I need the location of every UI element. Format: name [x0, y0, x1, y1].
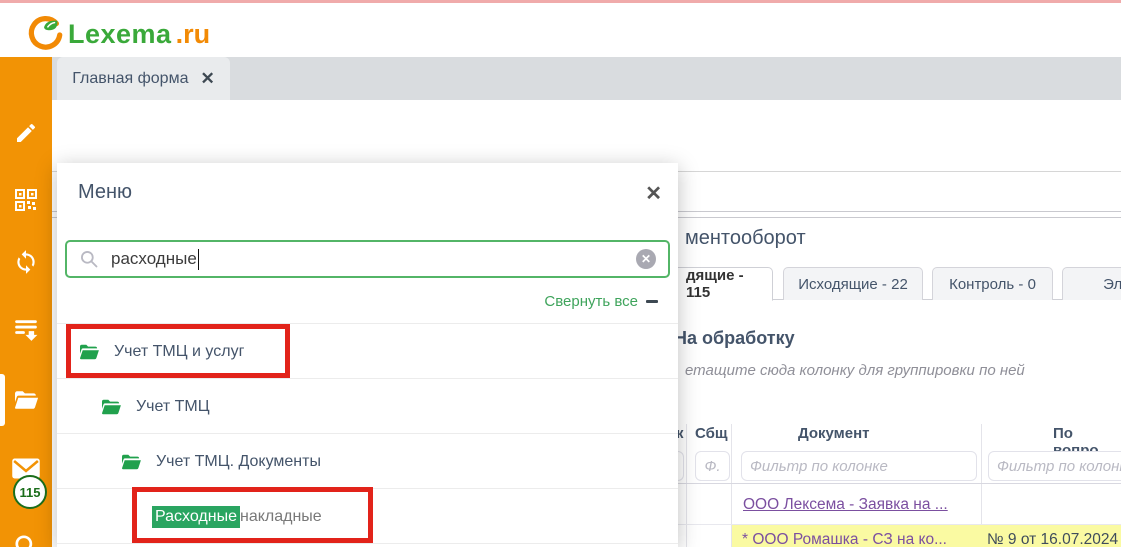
- app-header: Lexema.ru: [0, 3, 1121, 57]
- doc-tab-electronic[interactable]: Электро: [1062, 267, 1121, 300]
- task-list-download-icon: [13, 317, 39, 343]
- sidebar-item-tasks[interactable]: [0, 312, 52, 348]
- doc-tab-label: Исходящие - 22: [798, 276, 908, 293]
- tab-close-icon[interactable]: ✕: [200, 69, 214, 89]
- tab-main-form[interactable]: Главная форма ✕: [57, 57, 230, 100]
- grid-line: [686, 424, 687, 547]
- doc-tab-label: дящие - 115: [686, 267, 772, 301]
- tree-item-label: Учет ТМЦ: [136, 398, 210, 416]
- text-cursor: [198, 249, 200, 270]
- annotation-rect-uchet-tmc-uslug: [66, 324, 290, 378]
- logo-suffix: .ru: [176, 19, 211, 50]
- qr-code-icon: [14, 188, 38, 212]
- column-header-document[interactable]: Документ: [798, 425, 870, 442]
- search-value: расходные: [111, 249, 197, 269]
- filter-input-question[interactable]: [988, 451, 1121, 481]
- mail-count-badge: 115: [13, 475, 47, 509]
- document-link[interactable]: ООО Лексема - Заявка на ...: [743, 496, 948, 514]
- search-icon: [13, 533, 39, 547]
- menu-modal-title: Меню: [78, 181, 132, 204]
- filter-input-message[interactable]: [695, 451, 730, 481]
- lexema-logo[interactable]: Lexema.ru: [26, 15, 210, 53]
- app-window: ментооборот дящие - 115 Исходящие - 22 К…: [0, 0, 1121, 547]
- pencil-icon: [14, 121, 38, 145]
- group-by-hint: етащите сюда колонку для группировки по …: [685, 362, 1025, 379]
- lexema-logo-icon: [26, 15, 64, 53]
- sidebar-item-search[interactable]: [0, 528, 52, 547]
- doc-tab-label: Электро: [1103, 276, 1121, 293]
- search-icon: [79, 249, 99, 269]
- tab-label: Главная форма: [72, 70, 188, 88]
- logo-text: Lexema: [68, 19, 172, 50]
- clear-search-icon[interactable]: ✕: [636, 249, 656, 269]
- tree-item-uchet-tmc[interactable]: Учет ТМЦ: [100, 379, 660, 434]
- folder-open-icon: [120, 453, 142, 471]
- sidebar-item-qr[interactable]: [0, 182, 52, 218]
- sidebar-item-sync[interactable]: [0, 244, 52, 280]
- column-header-message[interactable]: Сбщ: [695, 425, 728, 442]
- collapse-minus-icon: [646, 300, 658, 303]
- folder-open-icon: [100, 398, 122, 416]
- tree-item-label: Учет ТМЦ. Документы: [156, 453, 321, 471]
- sync-icon: [13, 249, 39, 275]
- tree-item-uchet-tmc-docs[interactable]: Учет ТМЦ. Документы: [120, 434, 660, 489]
- question-cell: № 9 от 16.07.2024: [987, 531, 1118, 547]
- doc-tab-outgoing[interactable]: Исходящие - 22: [783, 267, 923, 300]
- document-link[interactable]: * ООО Ромашка - СЗ на ко...: [742, 531, 947, 547]
- folder-open-icon: [12, 389, 40, 411]
- sidebar-item-documents[interactable]: [0, 382, 52, 418]
- annotation-rect-rashodnye: [132, 487, 373, 543]
- doc-tab-control[interactable]: Контроль - 0: [932, 267, 1053, 300]
- grid-line: [640, 483, 1121, 484]
- workspace-title: ментооборот: [685, 227, 806, 250]
- tree-separator: [57, 543, 678, 544]
- section-title: На обработку: [674, 328, 795, 349]
- menu-search-input[interactable]: расходные ✕: [65, 240, 670, 278]
- collapse-all-link[interactable]: Свернуть все: [544, 293, 658, 310]
- sidebar-item-edit[interactable]: [0, 115, 52, 151]
- collapse-all-label: Свернуть все: [544, 293, 638, 310]
- menu-close-icon[interactable]: ✕: [645, 181, 662, 206]
- filter-input-document[interactable]: [741, 451, 977, 481]
- doc-tab-label: Контроль - 0: [949, 276, 1036, 293]
